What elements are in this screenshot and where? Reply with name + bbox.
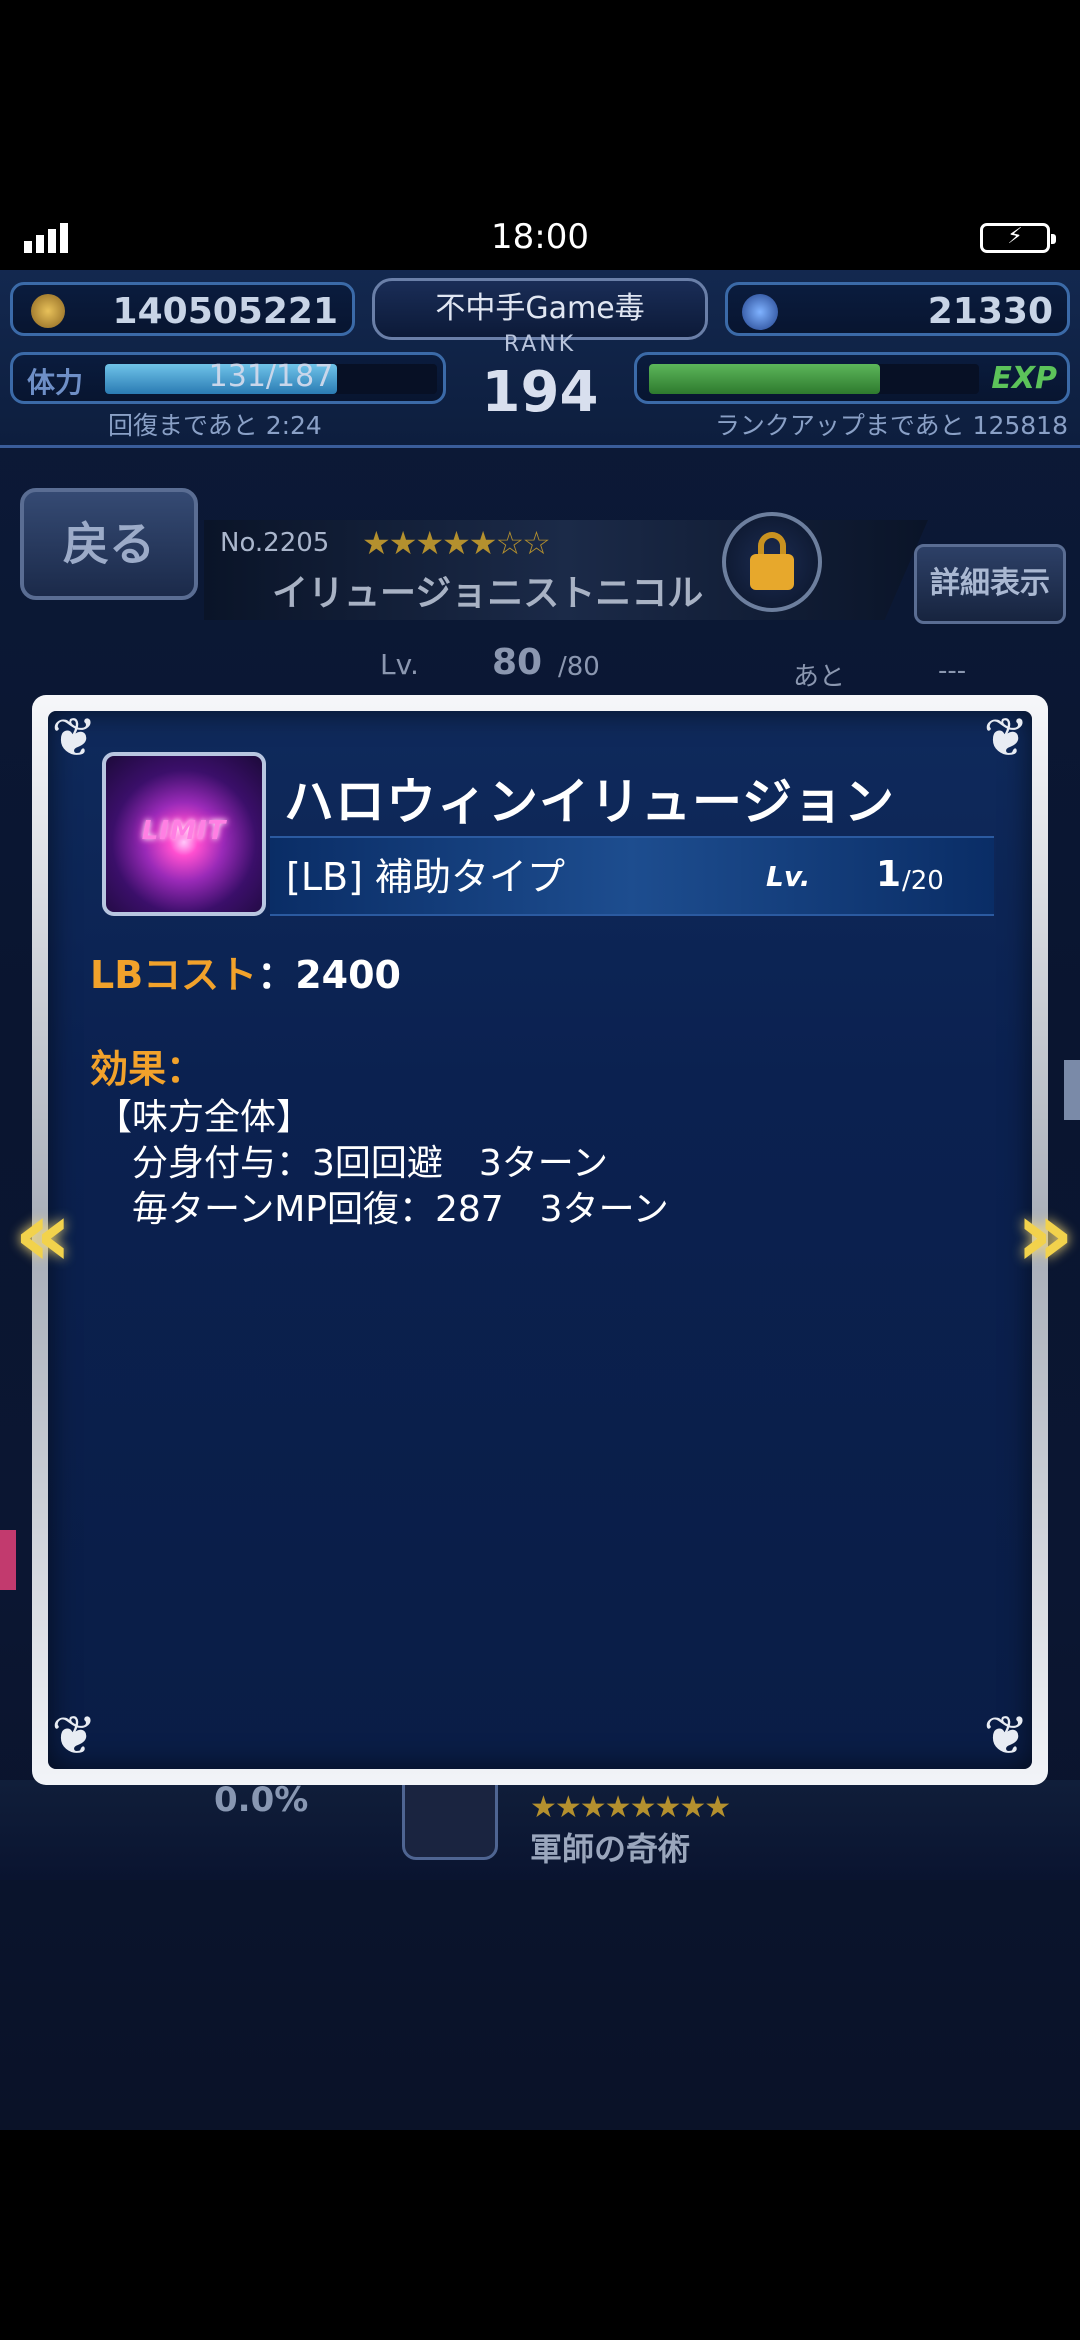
ability-stars: ★★★★★★★★ xyxy=(530,1790,731,1825)
ornament-corner-icon: ❦ xyxy=(51,706,97,769)
gil-display: 140505221 xyxy=(10,282,355,336)
effect-header: 効果： xyxy=(90,1047,205,1091)
detail-button-label: 詳細表示 xyxy=(930,566,1050,601)
skill-level-max: /20 xyxy=(902,866,944,896)
ability-percent: 0.0% xyxy=(214,1780,309,1820)
side-tab xyxy=(0,1530,16,1590)
unit-rarity-stars: ★★★★★☆☆ xyxy=(362,524,551,562)
rank-label: RANK xyxy=(503,332,577,357)
lapis-gem-icon xyxy=(742,294,778,330)
skill-level-label: Lv. xyxy=(766,860,811,893)
gil-coin-icon xyxy=(31,294,65,328)
gil-value: 140505221 xyxy=(112,291,338,332)
exp-label: EXP xyxy=(991,361,1057,396)
lb-cost-label: LBコスト xyxy=(90,953,258,997)
ability-thumbnail[interactable] xyxy=(402,1780,498,1860)
prev-arrow-icon[interactable]: « xyxy=(14,1180,72,1290)
exp-display: EXP xyxy=(634,352,1070,404)
back-button-label: 戻る xyxy=(63,517,155,571)
side-tab xyxy=(1064,1060,1080,1120)
stamina-label: 体力 xyxy=(27,366,84,399)
effect-target: 【味方全体】 xyxy=(96,1097,313,1138)
skill-title: ハロウィンイリュージョン xyxy=(284,773,895,831)
skill-type: [LB] 補助タイプ xyxy=(286,855,565,899)
detail-button[interactable]: 詳細表示 xyxy=(914,544,1066,624)
ornament-corner-icon: ❦ xyxy=(51,1704,97,1767)
effect-line: 毎ターンMP回復：287 3ターン xyxy=(132,1189,669,1230)
stamina-recover-text: 回復まであと 2:24 xyxy=(108,411,322,440)
ability-name: 軍師の奇術 xyxy=(530,1830,691,1868)
exp-bar xyxy=(649,364,979,394)
remaining-label: あと xyxy=(793,662,846,692)
player-name: 不中手Game毒 xyxy=(435,291,645,326)
lb-cost-row: LBコスト：2400 xyxy=(90,944,401,999)
lapis-value: 21330 xyxy=(927,291,1053,332)
unit-level-value: 80 xyxy=(492,642,543,683)
rank-value: 194 xyxy=(481,360,599,425)
stamina-display: 体力 131/187 xyxy=(10,352,446,404)
exp-bar-fill xyxy=(649,364,880,394)
stamina-value: 131/187 xyxy=(208,359,334,394)
clock: 18:00 xyxy=(491,217,589,257)
player-name-plate[interactable]: 不中手Game毒 xyxy=(372,278,708,340)
lock-button[interactable] xyxy=(722,512,822,612)
effect-line: 分身付与：3回回避 3ターン xyxy=(132,1143,609,1184)
back-button[interactable]: 戻る xyxy=(20,488,198,600)
battery-icon: ⚡ xyxy=(980,223,1056,253)
unit-level-label: Lv. xyxy=(380,648,419,681)
lb-cost-value: 2400 xyxy=(295,953,401,997)
unit-name: イリュージョニストニコル xyxy=(272,573,704,614)
lapis-display: 21330 xyxy=(725,282,1070,336)
lb-cost-separator: ： xyxy=(257,953,296,997)
rank-up-text: ランクアップまであと 125818 xyxy=(714,411,1068,440)
next-arrow-icon[interactable]: » xyxy=(1016,1180,1074,1290)
unit-level-max: /80 xyxy=(558,652,600,682)
limit-icon-label: LIMIT xyxy=(141,816,227,846)
remaining-value: --- xyxy=(938,656,967,686)
skill-level-value: 1 xyxy=(876,854,902,895)
unit-number: No.2205 xyxy=(220,528,330,558)
ornament-corner-icon: ❦ xyxy=(983,706,1029,769)
ornament-corner-icon: ❦ xyxy=(983,1704,1029,1767)
limit-burst-icon: LIMIT xyxy=(102,752,266,916)
